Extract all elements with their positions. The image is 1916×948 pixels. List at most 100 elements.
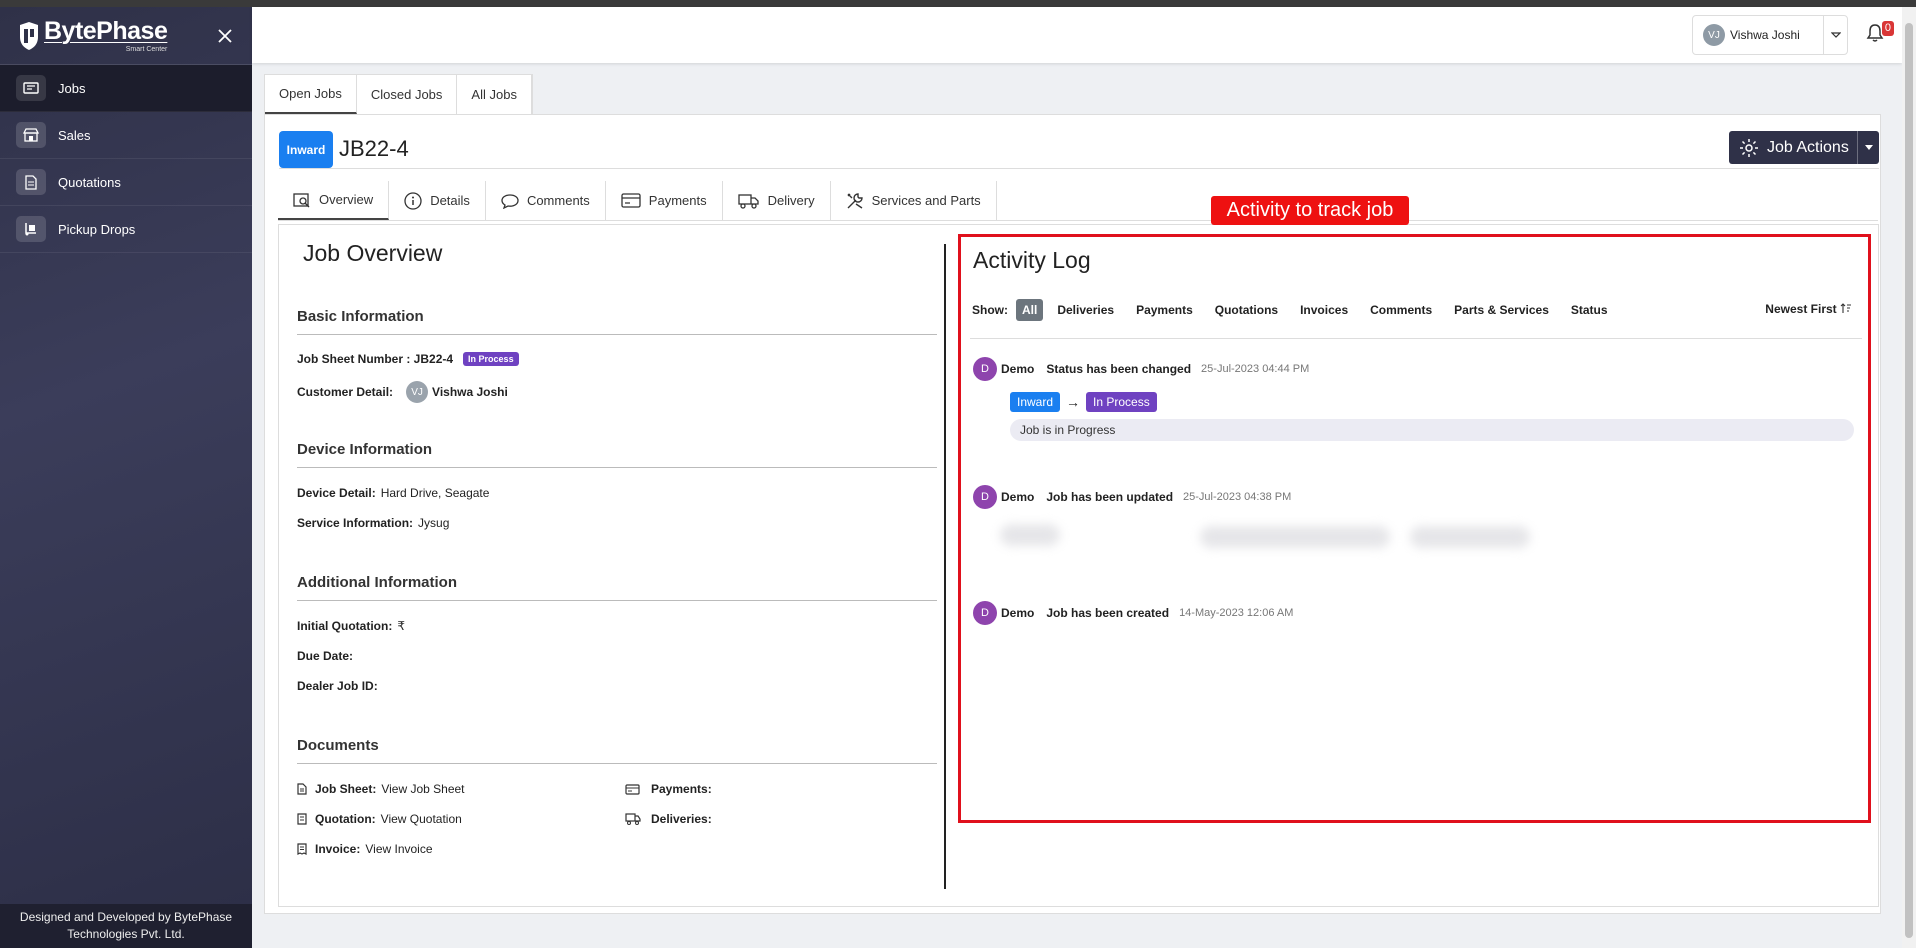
- filter-all[interactable]: All: [1016, 299, 1044, 321]
- scrollbar-thumb[interactable]: [1905, 23, 1913, 938]
- blurred-content: [1410, 526, 1530, 548]
- notification-count: 0: [1881, 21, 1894, 36]
- job-overview-panel: Job Overview: [297, 240, 937, 267]
- additional-information-heading: Additional Information: [297, 574, 937, 601]
- job-sheet-doc-row: Job Sheet: View Job Sheet: [297, 782, 465, 796]
- brand-logo[interactable]: BytePhase Smart Center: [18, 18, 168, 53]
- sidebar-footer: Designed and Developed by BytePhase Tech…: [0, 904, 252, 948]
- avatar: VJ: [406, 381, 429, 403]
- filter-comments[interactable]: Comments: [1359, 299, 1443, 321]
- documents-heading: Documents: [297, 737, 937, 764]
- customer-name[interactable]: Vishwa Joshi: [432, 385, 508, 399]
- filter-payments[interactable]: Payments: [1125, 299, 1204, 321]
- arrow-right-icon: →: [1066, 394, 1081, 410]
- tab-payments[interactable]: Payments: [606, 181, 723, 220]
- tab-overview[interactable]: Overview: [278, 181, 390, 220]
- user-name: Vishwa Joshi: [1730, 28, 1800, 42]
- job-sheet-number-label: Job Sheet Number : JB22-4: [297, 352, 454, 366]
- sort-label: Newest First: [1765, 302, 1837, 316]
- job-sheet-number-row: Job Sheet Number : JB22-4 In Process: [297, 352, 519, 366]
- panel-divider: [944, 244, 946, 889]
- info-icon: [404, 191, 422, 210]
- tab-label: Services and Parts: [871, 193, 981, 208]
- browser-top-strip: [0, 0, 1916, 7]
- credit-card-icon: [621, 193, 641, 208]
- chevron-down-icon[interactable]: [1857, 131, 1879, 164]
- tab-open-jobs[interactable]: Open Jobs: [265, 75, 357, 114]
- filter-parts-and-services[interactable]: Parts & Services: [1443, 299, 1560, 321]
- quotation-doc-label: Quotation:: [315, 812, 376, 826]
- user-menu[interactable]: VJ Vishwa Joshi: [1692, 15, 1848, 55]
- page-title: Job Overview: [303, 240, 443, 266]
- invoice-icon: [297, 843, 307, 855]
- sidebar-header: BytePhase Smart Center: [0, 7, 252, 65]
- truck-icon: [625, 813, 641, 825]
- brand-logo-icon: [20, 21, 38, 50]
- job-sheet-doc-label: Job Sheet:: [315, 782, 377, 796]
- credit-card-icon: [625, 783, 640, 795]
- truck-icon: [737, 193, 759, 209]
- comment-icon: [501, 193, 519, 209]
- activity-user: Demo: [1001, 606, 1035, 620]
- due-date-label: Due Date:: [297, 649, 354, 663]
- notification-bell[interactable]: 0: [1866, 21, 1894, 47]
- job-header-bar: Inward JB22-4 Job Actions: [279, 131, 1879, 169]
- status-change-row: Inward → In Process: [1010, 392, 1157, 412]
- store-icon: [16, 122, 46, 148]
- top-header: VJ Vishwa Joshi 0: [252, 7, 1902, 63]
- job-status-button[interactable]: Inward: [279, 131, 333, 168]
- filter-invoices[interactable]: Invoices: [1289, 299, 1359, 321]
- tab-comments[interactable]: Comments: [486, 181, 606, 220]
- activity-time: 14-May-2023 12:06 AM: [1179, 607, 1294, 619]
- view-invoice-link[interactable]: View Invoice: [365, 842, 432, 856]
- status-from-badge: Inward: [1010, 392, 1061, 412]
- sidebar-item-quotations[interactable]: Quotations: [0, 159, 252, 206]
- tab-label: Details: [430, 193, 470, 208]
- sidebar-item-jobs[interactable]: Jobs: [0, 65, 252, 112]
- tab-all-jobs[interactable]: All Jobs: [457, 75, 532, 114]
- filter-quotations[interactable]: Quotations: [1204, 299, 1289, 321]
- activity-entry: D Demo Status has been changed 25-Jul-20…: [973, 357, 1309, 381]
- tab-services-and-parts[interactable]: Services and Parts: [831, 181, 997, 220]
- sort-button[interactable]: Newest First: [1765, 298, 1852, 320]
- initial-quotation-label: Initial Quotation:: [297, 619, 393, 633]
- tab-label: Payments: [648, 193, 707, 208]
- activity-user: Demo: [1001, 362, 1035, 376]
- activity-action: Job has been updated: [1046, 490, 1174, 504]
- avatar: D: [973, 485, 997, 509]
- customer-detail-row: Customer Detail: VJ Vishwa Joshi: [297, 381, 513, 403]
- close-icon[interactable]: [216, 27, 234, 45]
- dolly-icon: [16, 216, 46, 242]
- chevron-down-icon[interactable]: [1823, 16, 1847, 54]
- filter-status[interactable]: Status: [1560, 299, 1619, 321]
- view-job-sheet-link[interactable]: View Job Sheet: [381, 782, 464, 796]
- avatar: VJ: [1703, 24, 1725, 46]
- annotation-callout: Activity to track job: [1211, 196, 1409, 225]
- activity-user: Demo: [1001, 490, 1035, 504]
- initial-quotation-value: ₹: [397, 619, 405, 633]
- sidebar-item-pickup-drops[interactable]: Pickup Drops: [0, 206, 252, 253]
- job-actions-button[interactable]: Job Actions: [1729, 131, 1879, 164]
- sidebar-item-sales[interactable]: Sales: [0, 112, 252, 159]
- document-icon: [297, 783, 307, 795]
- service-information-label: Service Information:: [297, 516, 414, 530]
- dealer-job-id-label: Dealer Job ID:: [297, 679, 378, 693]
- tab-details[interactable]: Details: [389, 181, 486, 220]
- filter-deliveries[interactable]: Deliveries: [1046, 299, 1125, 321]
- invoice-doc-row: Invoice: View Invoice: [297, 842, 433, 856]
- basic-information-heading: Basic Information: [297, 308, 937, 335]
- view-quotation-link[interactable]: View Quotation: [381, 812, 462, 826]
- blurred-content: [1000, 524, 1060, 546]
- activity-filters: Show: All Deliveries Payments Quotations…: [972, 298, 1852, 322]
- device-information-heading: Device Information: [297, 441, 937, 468]
- customer-detail-label: Customer Detail:: [297, 385, 394, 399]
- device-detail-value: Hard Drive, Seagate: [380, 486, 490, 500]
- tab-closed-jobs[interactable]: Closed Jobs: [357, 75, 458, 114]
- tab-delivery[interactable]: Delivery: [723, 181, 831, 220]
- dealer-job-id-row: Dealer Job ID:: [297, 679, 383, 693]
- activity-time: 25-Jul-2023 04:44 PM: [1201, 363, 1310, 375]
- page-scrollbar[interactable]: [1902, 7, 1916, 948]
- invoice-doc-label: Invoice:: [315, 842, 361, 856]
- device-detail-row: Device Detail: Hard Drive, Seagate: [297, 486, 489, 500]
- initial-quotation-row: Initial Quotation: ₹: [297, 619, 405, 633]
